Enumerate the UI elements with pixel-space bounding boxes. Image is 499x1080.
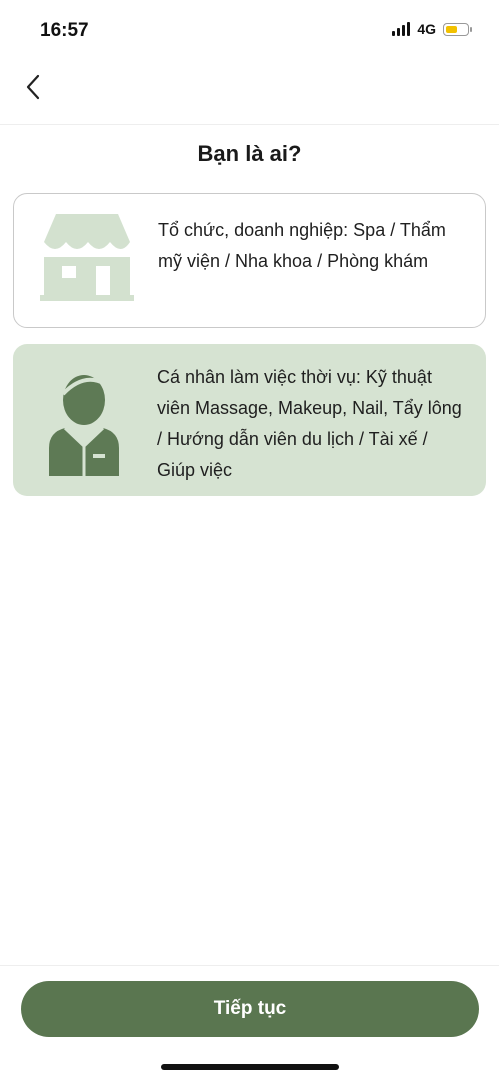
status-bar: 16:57 4G [0, 0, 499, 62]
status-time: 16:57 [40, 20, 89, 41]
nav-bar [0, 62, 499, 125]
back-button[interactable] [18, 72, 54, 108]
option-organization-label: Tổ chức, doanh nghiệp: Spa / Thẩm mỹ việ… [158, 220, 446, 271]
option-organization[interactable]: Tổ chức, doanh nghiệp: Spa / Thẩm mỹ việ… [13, 193, 486, 328]
option-personal-label: Cá nhân làm việc thời vụ: Kỹ thuật viên … [157, 367, 462, 480]
option-personal[interactable]: Cá nhân làm việc thời vụ: Kỹ thuật viên … [13, 344, 486, 496]
network-type: 4G [417, 21, 436, 37]
status-indicators: 4G [392, 21, 472, 37]
storefront-icon [40, 214, 134, 301]
page-title: Bạn là ai? [197, 141, 302, 166]
continue-button[interactable]: Tiếp tục [21, 981, 479, 1037]
person-worker-icon [49, 375, 119, 476]
battery-icon [443, 22, 472, 36]
chevron-left-icon [26, 74, 40, 100]
signal-icon [392, 22, 411, 36]
home-indicator [161, 1064, 339, 1070]
bottom-action-area: Tiếp tục [0, 965, 499, 1080]
